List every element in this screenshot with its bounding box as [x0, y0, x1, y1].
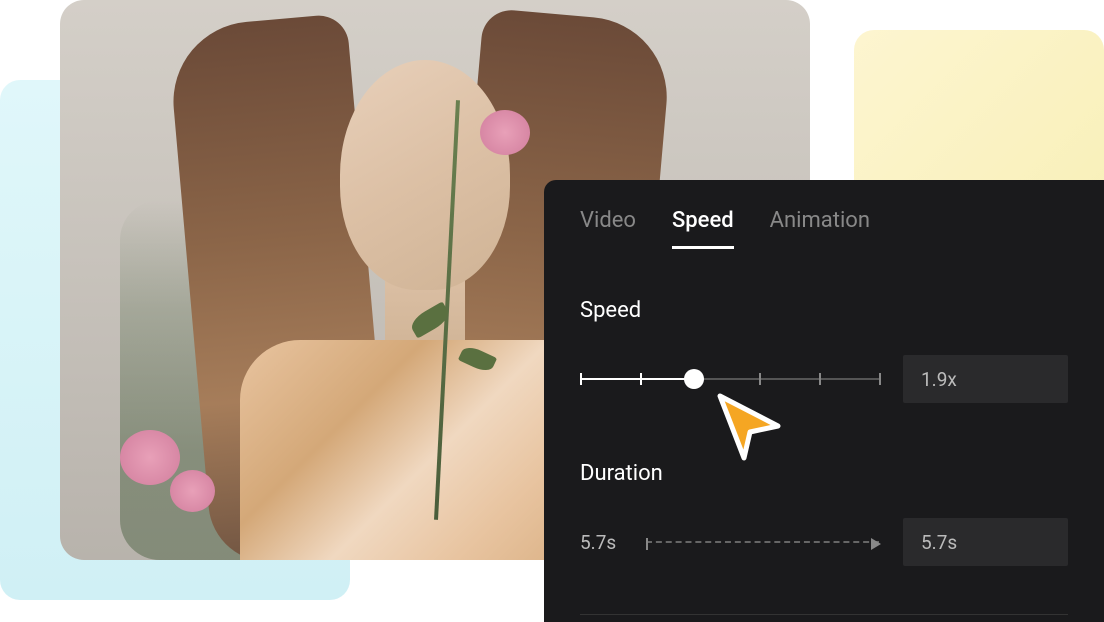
- speed-slider[interactable]: [580, 378, 879, 380]
- cursor-pointer-icon: [710, 388, 790, 468]
- speed-slider-thumb[interactable]: [684, 369, 704, 389]
- panel-divider: [580, 614, 1068, 615]
- tab-animation[interactable]: Animation: [770, 208, 870, 249]
- speed-slider-row: 1.9x: [580, 355, 1068, 403]
- duration-section-label: Duration: [580, 461, 1068, 486]
- speed-settings-panel: Video Speed Animation Speed 1.9x Duratio…: [544, 180, 1104, 622]
- arrow-right-icon: [871, 538, 881, 550]
- tab-speed[interactable]: Speed: [672, 208, 734, 249]
- duration-current-display: 5.7s: [580, 531, 622, 554]
- duration-row: 5.7s 5.7s: [580, 518, 1068, 566]
- duration-value-input[interactable]: 5.7s: [903, 518, 1068, 566]
- duration-progress-line: [646, 541, 879, 543]
- tab-video[interactable]: Video: [580, 208, 636, 249]
- panel-tabs: Video Speed Animation: [580, 208, 1068, 250]
- speed-section-label: Speed: [580, 298, 1068, 323]
- speed-value-input[interactable]: 1.9x: [903, 355, 1068, 403]
